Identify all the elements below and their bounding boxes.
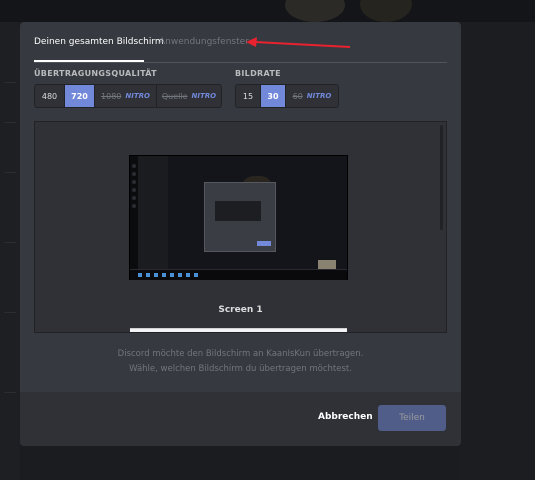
annotation-arrow-icon — [246, 37, 351, 48]
